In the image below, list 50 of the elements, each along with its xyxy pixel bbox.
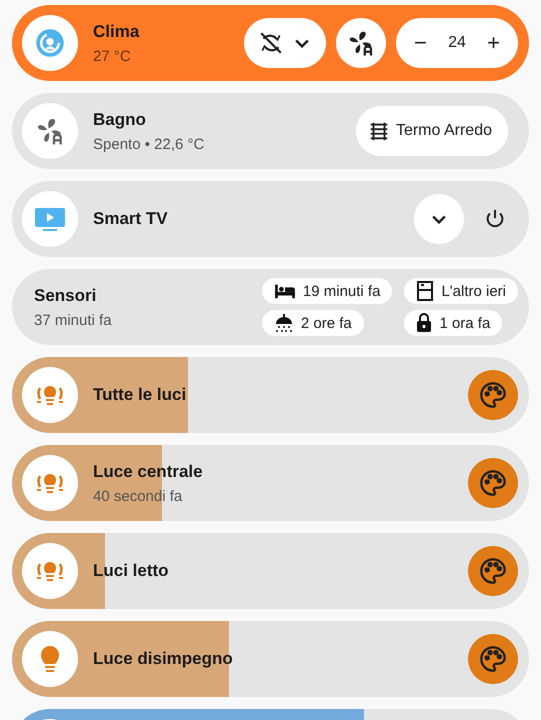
sensors-card[interactable]: Sensori 37 minuti fa 19 minuti fa L'altro ieri 2 ore fa 1 ora fa xyxy=(12,269,529,345)
light-name: Luci letto xyxy=(93,561,169,581)
device-name: Bagno xyxy=(93,110,147,130)
sensor-chip[interactable]: L'altro ieri xyxy=(404,278,518,304)
door-icon xyxy=(416,281,434,301)
temperature-stepper[interactable]: − 24 + xyxy=(396,18,518,68)
bulb-icon xyxy=(40,645,60,673)
minus-button[interactable]: − xyxy=(410,30,431,56)
sync-off-icon xyxy=(258,30,284,56)
sensor-chip[interactable]: 2 ore fa xyxy=(262,310,364,336)
shower-icon xyxy=(274,313,294,333)
sensor-time: 19 minuti fa xyxy=(302,282,380,300)
climate-card[interactable]: Clima 27 °C − 24 + xyxy=(12,5,529,81)
sensor-chip[interactable]: 1 ora fa xyxy=(404,310,502,336)
device-card[interactable]: Bagno Spento • 22,6 °C Termo Arredo xyxy=(12,93,529,169)
device-state: 27 °C xyxy=(93,48,132,64)
palette-icon xyxy=(479,381,507,409)
sensor-chip[interactable]: 19 minuti fa xyxy=(262,278,392,304)
color-button[interactable] xyxy=(468,458,518,508)
device-state: Spento • 22,6 °C xyxy=(93,136,204,152)
device-name: Clima xyxy=(93,22,140,42)
light-card[interactable]: Tutte le luci xyxy=(12,357,529,433)
device-card[interactable]: Smart TV xyxy=(12,181,529,257)
sensor-time: 1 ora fa xyxy=(439,314,490,332)
light-name: Tutte le luci xyxy=(93,385,186,405)
lock-icon xyxy=(416,313,432,333)
light-card[interactable]: Luci letto xyxy=(12,533,529,609)
setpoint-value: 24 xyxy=(448,34,466,52)
sensor-time: 2 ore fa xyxy=(300,314,352,332)
color-button[interactable] xyxy=(468,546,518,596)
card-title: Sensori xyxy=(34,286,98,306)
color-button[interactable] xyxy=(468,634,518,684)
icon-circle[interactable] xyxy=(22,15,78,71)
bed-icon xyxy=(274,282,296,300)
sensor-time: L'altro ieri xyxy=(441,282,506,300)
radiator-button[interactable]: Termo Arredo xyxy=(356,106,508,156)
fan-auto-button[interactable] xyxy=(336,18,386,68)
last-update: 37 minuti fa xyxy=(34,312,112,328)
thermostat-icon xyxy=(35,28,65,58)
palette-icon xyxy=(479,469,507,497)
mode-dropdown[interactable] xyxy=(244,18,326,68)
plus-button[interactable]: + xyxy=(483,30,504,56)
device-name: Smart TV xyxy=(93,209,168,229)
palette-icon xyxy=(479,557,507,585)
tv-icon xyxy=(34,206,66,232)
icon-circle[interactable] xyxy=(22,103,78,159)
power-icon[interactable] xyxy=(484,208,506,230)
light-name: Luce centrale xyxy=(93,462,203,482)
color-button[interactable] xyxy=(468,370,518,420)
palette-icon xyxy=(479,645,507,673)
